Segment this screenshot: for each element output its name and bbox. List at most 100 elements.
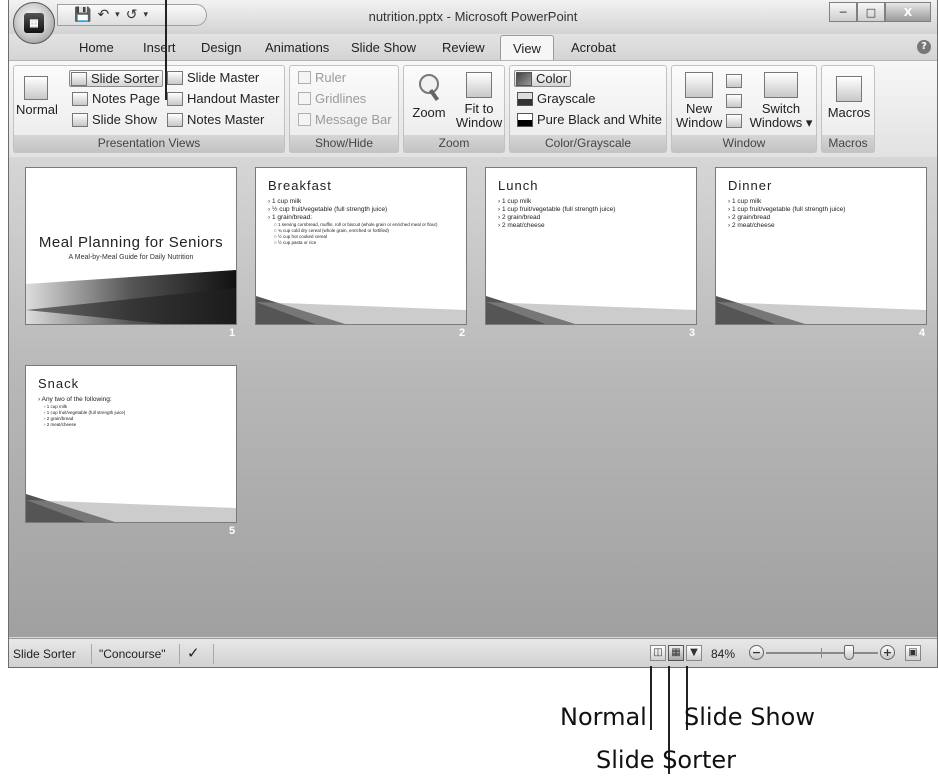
- slide-title: Lunch: [498, 178, 539, 193]
- gridlines-checkbox-box: [298, 92, 311, 105]
- slide-number-4: 4: [919, 327, 926, 339]
- slide-decoration: [26, 270, 236, 324]
- fit-to-window-icon: [466, 72, 492, 98]
- slide-sorter-pane: Meal Planning for Seniors A Meal-by-Meal…: [9, 157, 937, 637]
- zoom-slider-track[interactable]: [766, 652, 878, 654]
- slide-sorter-label: Slide Sorter: [91, 71, 159, 86]
- slide-thumbnail-1[interactable]: Meal Planning for Seniors A Meal-by-Meal…: [25, 167, 237, 325]
- tab-slide-show[interactable]: Slide Show: [351, 40, 416, 55]
- normal-view-button[interactable]: Normal: [16, 76, 58, 117]
- zoom-in-icon[interactable]: +: [880, 645, 895, 660]
- slide-title: Breakfast: [268, 178, 332, 193]
- office-logo-icon: ▦: [24, 13, 44, 33]
- color-label: Color: [536, 71, 568, 86]
- message-bar-label: Message Bar: [315, 112, 392, 127]
- new-window-label-1: New: [685, 101, 712, 116]
- tab-review[interactable]: Review: [442, 40, 485, 55]
- window-controls: ─ □ X: [829, 2, 931, 22]
- close-icon[interactable]: X: [885, 2, 931, 22]
- maximize-icon[interactable]: □: [857, 2, 885, 22]
- handout-master-button[interactable]: Handout Master: [167, 91, 280, 106]
- ruler-checkbox-box: [298, 71, 311, 84]
- pure-black-white-button[interactable]: Pure Black and White: [517, 112, 662, 127]
- macros-button[interactable]: Macros: [824, 76, 874, 120]
- switch-windows-icon: [764, 72, 798, 98]
- ribbon: Normal Slide Sorter Notes Page Slide Sho…: [9, 60, 937, 158]
- minimize-icon[interactable]: ─: [829, 2, 857, 22]
- tab-acrobat[interactable]: Acrobat: [571, 40, 616, 55]
- status-divider: [179, 644, 180, 664]
- slide-show-status-button[interactable]: ▼: [686, 645, 702, 661]
- bullet: › 1 grain/bread:: [268, 214, 313, 221]
- help-icon[interactable]: ?: [917, 40, 931, 54]
- group-window: New Window Switch Windows ▾ Window: [671, 65, 817, 153]
- group-show-hide: Ruler Gridlines Message Bar Show/Hide: [289, 65, 399, 153]
- slide-body: › Any two of the following: › 1 cup milk…: [38, 396, 230, 428]
- status-theme[interactable]: "Concourse": [99, 647, 166, 661]
- switch-windows-button[interactable]: Switch Windows ▾: [748, 72, 814, 130]
- spellcheck-icon[interactable]: ✓: [187, 644, 200, 662]
- slide-body: › 1 cup milk › 1 cup fruit/vegetable (fu…: [498, 198, 690, 230]
- new-window-icon: [685, 72, 713, 98]
- notes-master-button[interactable]: Notes Master: [167, 112, 264, 127]
- powerpoint-window: 💾 ↶ ▾ ↺ ▾ nutrition.pptx - Microsoft Pow…: [8, 0, 938, 668]
- zoom-slider-thumb[interactable]: [844, 645, 854, 660]
- message-bar-checkbox-box: [298, 113, 311, 126]
- slide-master-button[interactable]: Slide Master: [167, 70, 259, 85]
- fit-slide-icon[interactable]: ▣: [905, 645, 921, 661]
- status-divider: [91, 644, 92, 664]
- bullet: › Any two of the following:: [38, 396, 112, 403]
- move-split-icon[interactable]: [726, 114, 742, 128]
- fit-to-window-button[interactable]: Fit to Window: [454, 72, 504, 130]
- new-window-label-2: Window: [676, 115, 723, 130]
- group-label-window: Window: [672, 135, 816, 152]
- group-label-color-grayscale: Color/Grayscale: [510, 135, 666, 152]
- color-button[interactable]: Color: [514, 70, 572, 87]
- message-bar-checkbox[interactable]: Message Bar: [298, 112, 392, 127]
- normal-view-status-button[interactable]: ◫: [650, 645, 666, 661]
- handout-master-label: Handout Master: [187, 91, 280, 106]
- slide-thumbnail-5[interactable]: Snack › Any two of the following: › 1 cu…: [25, 365, 237, 523]
- slide-number-3: 3: [689, 327, 696, 339]
- ruler-checkbox[interactable]: Ruler: [298, 70, 346, 85]
- slide-thumbnail-4[interactable]: Dinner › 1 cup milk › 1 cup fruit/vegeta…: [715, 167, 927, 325]
- notes-master-label: Notes Master: [187, 112, 265, 127]
- slide-decoration: [26, 494, 236, 522]
- notes-master-icon: [167, 112, 183, 127]
- slide-thumbnail-2[interactable]: Breakfast › 1 cup milk › ½ cup fruit/veg…: [255, 167, 467, 325]
- notes-page-icon: [72, 91, 88, 106]
- new-window-button[interactable]: New Window: [676, 72, 722, 130]
- tab-design[interactable]: Design: [201, 40, 241, 55]
- slide-sorter-status-button[interactable]: ▦: [668, 645, 684, 661]
- tab-animations[interactable]: Animations: [265, 40, 329, 55]
- zoom-out-icon[interactable]: −: [749, 645, 764, 660]
- notes-page-button[interactable]: Notes Page: [72, 91, 160, 106]
- slide-decoration: [256, 296, 466, 324]
- bullet: › 2 grain/bread: [498, 214, 541, 221]
- slide-number-5: 5: [229, 525, 236, 537]
- cascade-icon[interactable]: [726, 94, 742, 108]
- zoom-button[interactable]: Zoom: [408, 72, 450, 120]
- slide-thumbnail-3[interactable]: Lunch › 1 cup milk › 1 cup fruit/vegetab…: [485, 167, 697, 325]
- slide-show-icon: [72, 112, 88, 127]
- slide-show-ribbon-button[interactable]: Slide Show: [72, 112, 157, 127]
- grayscale-button[interactable]: Grayscale: [517, 91, 596, 106]
- callout-label-slide-show: Slide Show: [684, 703, 815, 731]
- office-button[interactable]: ▦: [13, 2, 55, 44]
- slide-sorter-button[interactable]: Slide Sorter: [69, 70, 163, 87]
- tab-view[interactable]: View: [500, 35, 554, 60]
- tab-home[interactable]: Home: [79, 40, 114, 55]
- group-label-presentation-views: Presentation Views: [14, 135, 284, 152]
- slide-show-label: Slide Show: [92, 112, 158, 127]
- tab-insert[interactable]: Insert: [143, 40, 176, 55]
- sub-bullet: › 2 meat/cheese: [44, 422, 77, 427]
- group-presentation-views: Normal Slide Sorter Notes Page Slide Sho…: [13, 65, 285, 153]
- notes-page-label: Notes Page: [92, 91, 160, 106]
- arrange-all-icon[interactable]: [726, 74, 742, 88]
- zoom-level[interactable]: 84%: [711, 647, 735, 661]
- gridlines-label: Gridlines: [315, 91, 367, 106]
- bullet: › 1 cup milk: [498, 198, 532, 205]
- slide-title: Snack: [38, 376, 80, 391]
- gridlines-checkbox[interactable]: Gridlines: [298, 91, 366, 106]
- bullet: › 2 meat/cheese: [728, 222, 775, 229]
